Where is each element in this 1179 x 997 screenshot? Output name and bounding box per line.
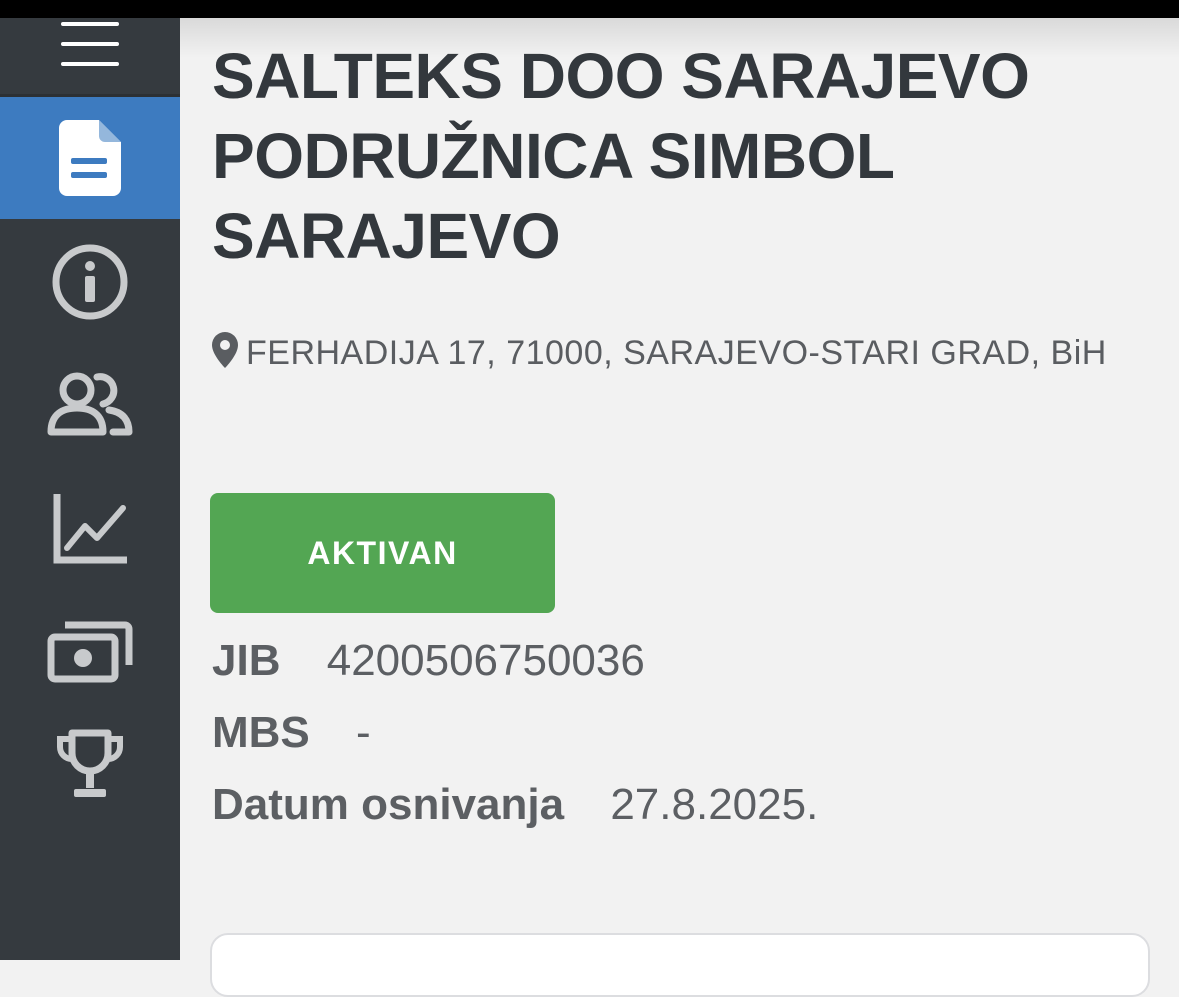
sidebar-item-document[interactable] bbox=[0, 97, 180, 219]
sidebar-item-finance[interactable] bbox=[0, 592, 180, 710]
status-bar bbox=[0, 0, 1179, 18]
company-detail: SALTEKS DOO SARAJEVO PODRUŽNICA SIMBOL S… bbox=[180, 18, 1179, 997]
sidebar-item-info[interactable] bbox=[0, 219, 180, 344]
company-address: FERHADIJA 17, 71000, SARAJEVO-STARI GRAD… bbox=[212, 318, 1132, 392]
mbs-value: - bbox=[356, 708, 371, 757]
sidebar bbox=[0, 0, 180, 960]
menu-toggle-button[interactable] bbox=[0, 18, 180, 94]
jib-label: JIB bbox=[212, 636, 281, 685]
info-icon bbox=[52, 244, 128, 319]
mbs-row: MBS - bbox=[212, 708, 371, 758]
details-card bbox=[210, 933, 1150, 997]
jib-value: 4200506750036 bbox=[326, 636, 645, 685]
header-shadow bbox=[180, 18, 1179, 58]
document-icon bbox=[59, 120, 121, 196]
sidebar-item-people[interactable] bbox=[0, 344, 180, 466]
people-icon bbox=[47, 372, 133, 436]
company-name: SALTEKS DOO SARAJEVO PODRUŽNICA SIMBOL S… bbox=[212, 40, 1030, 272]
founded-value: 27.8.2025. bbox=[610, 780, 819, 829]
status-badge: AKTIVAN bbox=[210, 493, 555, 613]
founded-row: Datum osnivanja 27.8.2025. bbox=[212, 780, 818, 830]
money-icon bbox=[47, 621, 133, 683]
trophy-icon bbox=[57, 729, 123, 797]
hamburger-icon bbox=[61, 22, 119, 66]
mbs-label: MBS bbox=[212, 708, 310, 757]
sidebar-item-analytics[interactable] bbox=[0, 466, 180, 592]
location-pin-icon bbox=[212, 322, 238, 392]
founded-label: Datum osnivanja bbox=[212, 780, 565, 829]
sidebar-item-awards[interactable] bbox=[0, 710, 180, 820]
chart-line-icon bbox=[53, 494, 127, 564]
address-text: FERHADIJA 17, 71000, SARAJEVO-STARI GRAD… bbox=[246, 334, 1107, 372]
jib-row: JIB 4200506750036 bbox=[212, 636, 645, 686]
